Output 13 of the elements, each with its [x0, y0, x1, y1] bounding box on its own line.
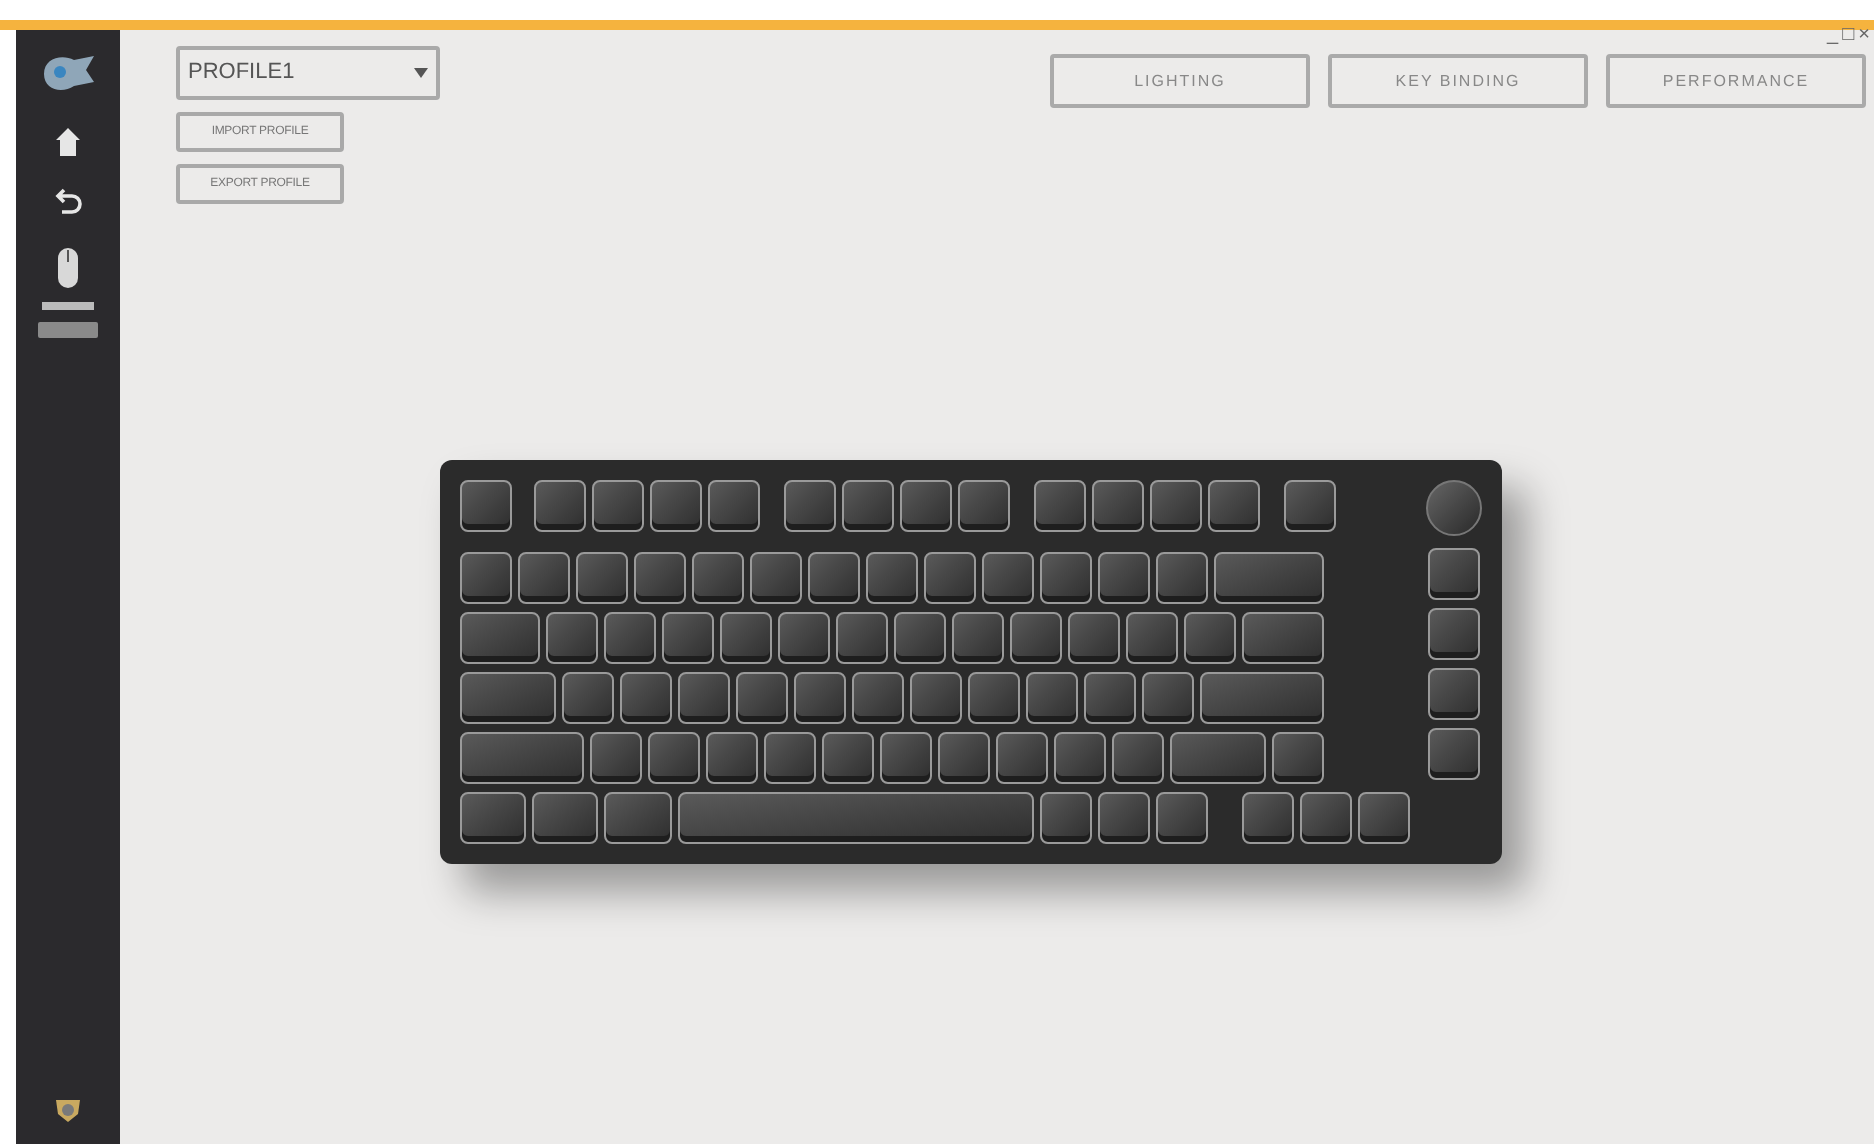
window-control[interactable]: _: [1827, 26, 1839, 46]
tab[interactable]: KEY BINDING: [1328, 54, 1588, 108]
caret-icon: [414, 68, 428, 78]
tab[interactable]: PERFORMANCE: [1606, 54, 1866, 108]
emblem-icon: [54, 1096, 82, 1124]
window-control[interactable]: □: [1842, 26, 1855, 46]
home-icon[interactable]: [54, 126, 82, 158]
profile-dropdown[interactable]: PROFILE1: [176, 46, 440, 100]
tab[interactable]: LIGHTING: [1050, 54, 1310, 108]
profile-value: PROFILE1: [188, 58, 295, 89]
back-icon[interactable]: [54, 186, 82, 218]
window-control[interactable]: ×: [1858, 26, 1870, 46]
mouse-icon[interactable]: [56, 246, 80, 290]
